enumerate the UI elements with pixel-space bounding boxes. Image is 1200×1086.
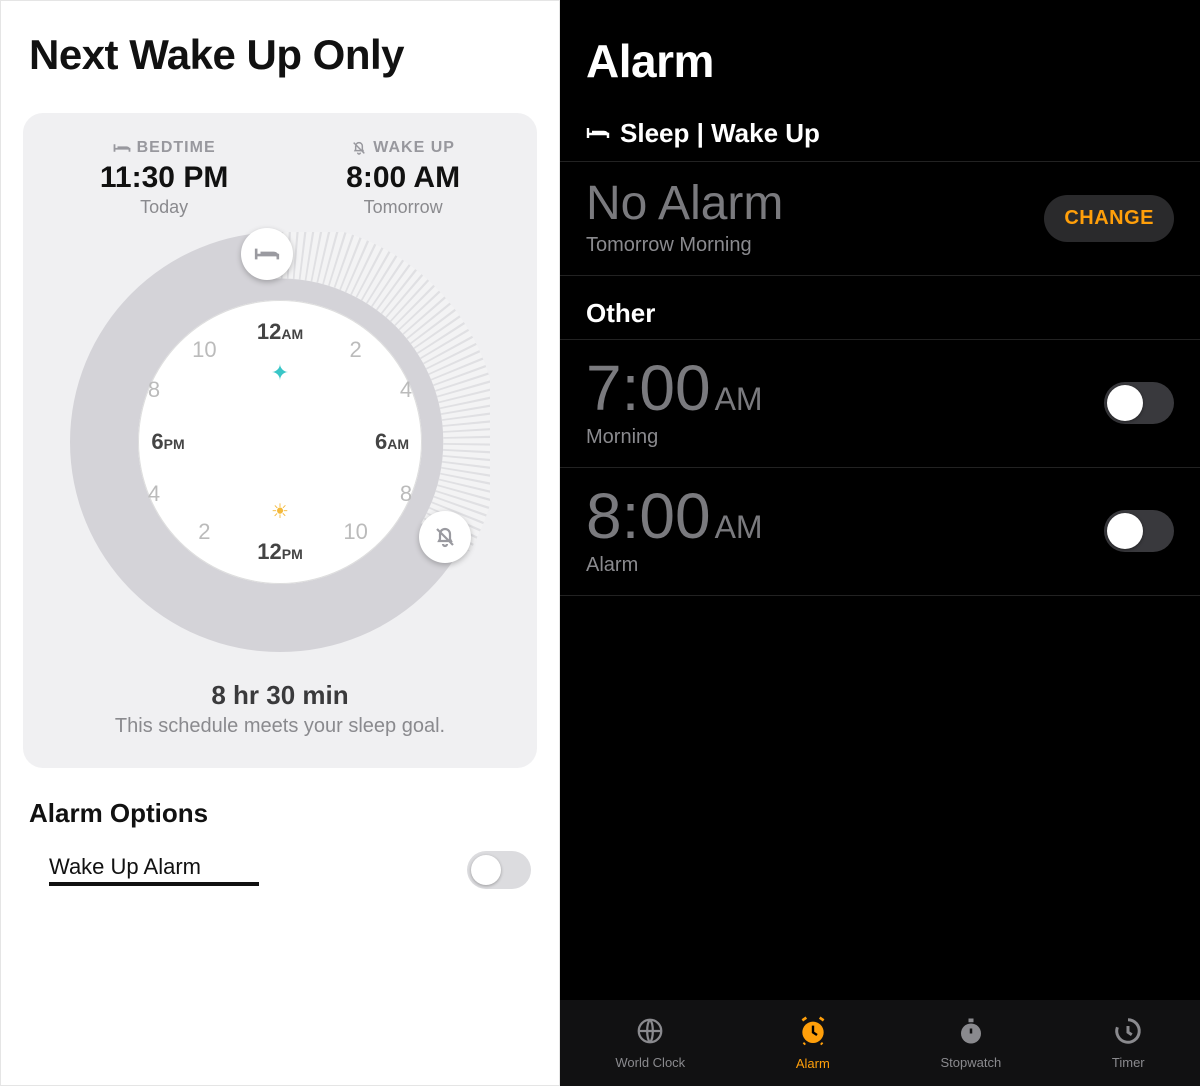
sun-icon: ☀ <box>271 499 289 524</box>
wakeup-column: WAKE UP 8:00 AM Tomorrow <box>346 139 460 218</box>
dial-hour-12pm: 12PM <box>257 539 302 565</box>
dial-hour-2: 2 <box>349 337 361 363</box>
alarm-title: Alarm <box>560 0 1200 98</box>
alarm-row[interactable]: 8:00AM Alarm <box>560 468 1200 596</box>
duration-text: 8 hr 30 min <box>41 680 519 711</box>
alarm-time: 7:00AM <box>586 356 763 420</box>
dial-hour-10l: 10 <box>192 337 216 363</box>
no-alarm-sub: Tomorrow Morning <box>586 234 783 257</box>
alarm-toggle[interactable] <box>1104 382 1174 424</box>
alarm-label: Alarm <box>586 554 763 577</box>
alarm-toggle[interactable] <box>1104 510 1174 552</box>
duration-note: This schedule meets your sleep goal. <box>41 715 519 738</box>
tab-stopwatch[interactable]: Stopwatch <box>941 1016 1002 1070</box>
stopwatch-icon <box>956 1016 986 1051</box>
dial-hour-4: 4 <box>400 377 412 403</box>
wake-up-alarm-row: Wake Up Alarm <box>1 839 559 909</box>
alarm-clock-icon <box>797 1015 829 1052</box>
alarm-row[interactable]: 7:00AM Morning <box>560 340 1200 468</box>
dial-hour-8l: 8 <box>148 377 160 403</box>
tab-bar: World Clock Alarm Stopwatch Timer <box>560 1000 1200 1086</box>
wakeup-time: 8:00 AM <box>346 161 460 195</box>
sleep-wake-section-header: Sleep | Wake Up <box>560 98 1200 161</box>
dial-hour-12am: 12AM <box>257 319 303 345</box>
wake-up-alarm-toggle[interactable] <box>467 851 531 889</box>
sparkle-icon: ✦ <box>271 360 289 386</box>
globe-icon <box>635 1016 665 1051</box>
bedtime-time: 11:30 PM <box>100 161 228 195</box>
dial-hour-8: 8 <box>400 481 412 507</box>
dial-hour-6am: 6AM <box>375 429 409 455</box>
tab-world-clock[interactable]: World Clock <box>615 1016 685 1070</box>
timer-icon <box>1113 1016 1143 1051</box>
wakeup-label: WAKE UP <box>346 139 460 157</box>
wake-up-alarm-label: Wake Up Alarm <box>49 854 259 886</box>
bedtime-day: Today <box>100 197 228 218</box>
dial-hour-10: 10 <box>343 519 367 545</box>
sleep-dial[interactable]: 12AM 2 4 6AM 8 10 12PM 2 4 6PM 8 10 ✦ ☀ <box>70 232 490 652</box>
tab-alarm[interactable]: Alarm <box>796 1015 830 1071</box>
alarm-time: 8:00AM <box>586 484 763 548</box>
bedtime-handle[interactable] <box>241 228 293 280</box>
alarm-app-panel: Alarm Sleep | Wake Up No Alarm Tomorrow … <box>560 0 1200 1086</box>
tab-timer[interactable]: Timer <box>1112 1016 1145 1070</box>
dial-hour-2l: 2 <box>198 519 210 545</box>
no-alarm-text: No Alarm <box>586 180 783 228</box>
duration-block: 8 hr 30 min This schedule meets your sle… <box>41 680 519 738</box>
wakeup-handle[interactable] <box>419 511 471 563</box>
schedule-summary: BEDTIME 11:30 PM Today WAKE UP 8:00 AM T… <box>41 139 519 218</box>
sleep-schedule-panel: Next Wake Up Only BEDTIME 11:30 PM Today <box>0 0 560 1086</box>
schedule-card: BEDTIME 11:30 PM Today WAKE UP 8:00 AM T… <box>23 113 537 768</box>
alarm-label: Morning <box>586 426 763 449</box>
bell-slash-icon <box>351 140 367 156</box>
other-section-header: Other <box>560 276 1200 339</box>
bedtime-label: BEDTIME <box>100 139 228 157</box>
bedtime-column: BEDTIME 11:30 PM Today <box>100 139 228 218</box>
change-button[interactable]: CHANGE <box>1044 195 1174 242</box>
dial-hour-4l: 4 <box>148 481 160 507</box>
page-title: Next Wake Up Only <box>1 1 559 89</box>
dial-hour-6pm: 6PM <box>151 429 184 455</box>
bed-icon <box>586 118 610 149</box>
bed-icon <box>113 141 131 155</box>
sleep-alarm-row: No Alarm Tomorrow Morning CHANGE <box>560 162 1200 275</box>
wakeup-day: Tomorrow <box>346 197 460 218</box>
alarm-options-header: Alarm Options <box>1 768 559 839</box>
